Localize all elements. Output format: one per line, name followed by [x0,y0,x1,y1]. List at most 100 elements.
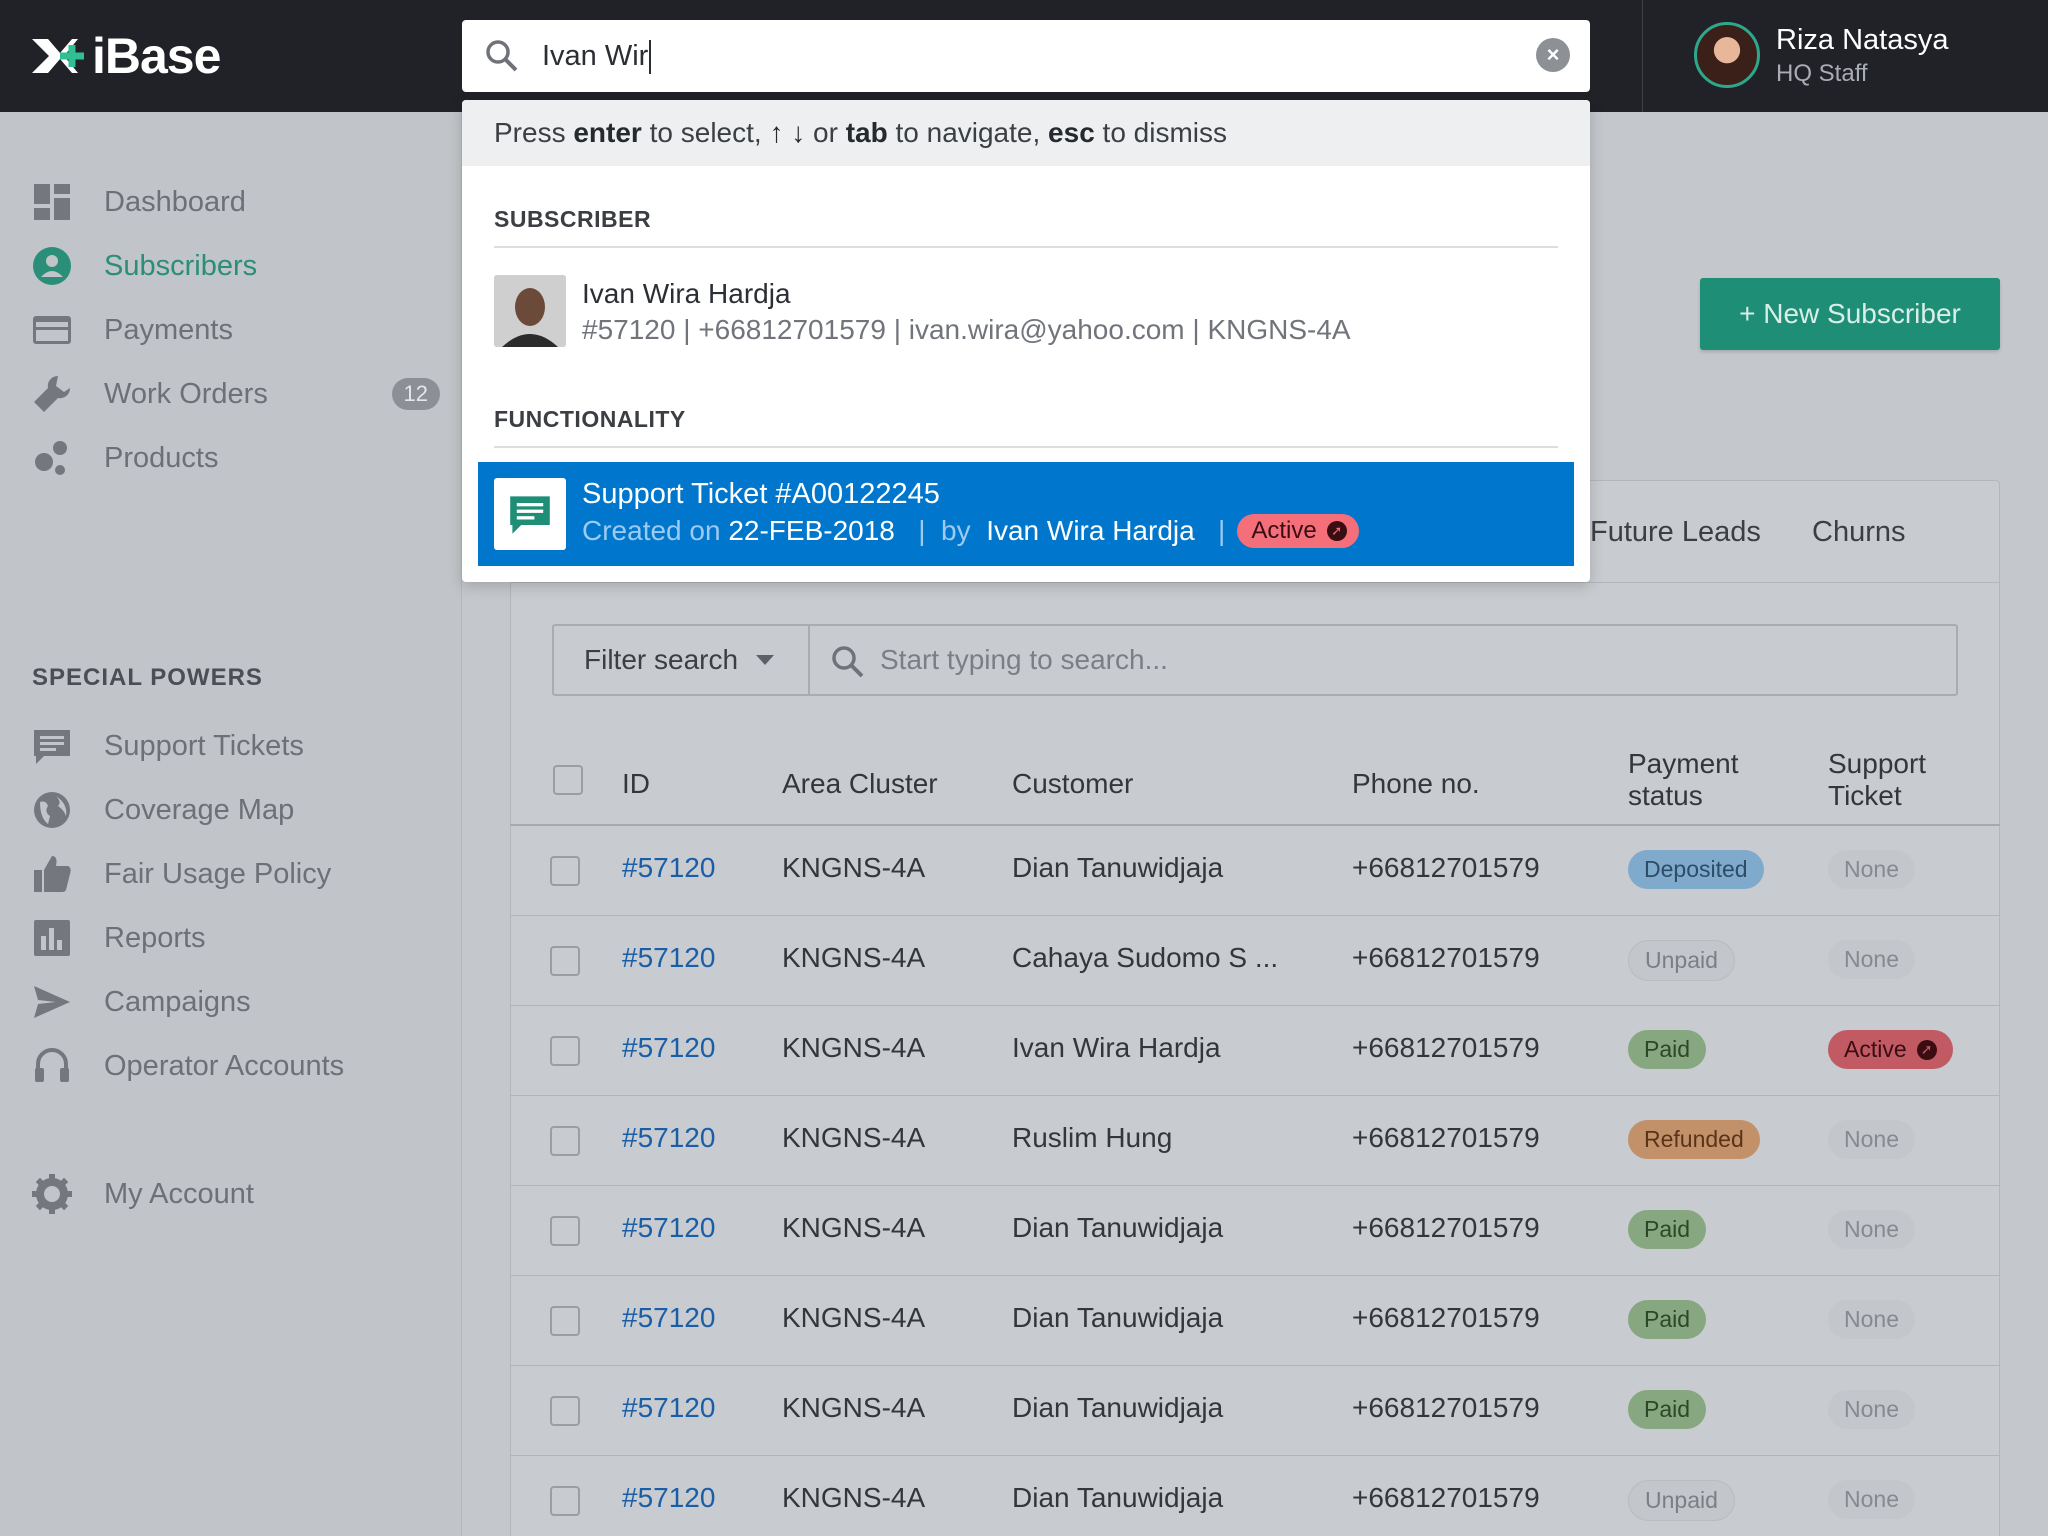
ticket-status-badge: None [1828,1390,1915,1429]
separator: | [1202,515,1226,546]
row-checkbox[interactable] [550,1216,580,1246]
row-checkbox[interactable] [550,1396,580,1426]
search-value: Ivan Wir [542,40,652,75]
table-row[interactable]: #57120 KNGNS-4A Cahaya Sudomo S ... +668127… [510,916,2000,1006]
cell-id-link[interactable]: #57120 [622,1392,715,1424]
row-checkbox[interactable] [550,1036,580,1066]
sidebar-item-label: Subscribers [104,249,258,282]
cell-customer: Dian Tanuwidjaja [1012,1482,1224,1513]
subscriber-meta: #57120 | +66812701579 | ivan.wira@yahoo.… [582,314,1351,345]
tab-future-leads[interactable]: Future Leads [1590,516,1761,549]
tab-churns[interactable]: Churns [1812,516,1906,549]
filter-label: Filter search [584,644,739,675]
payment-status-badge: Paid [1628,1210,1707,1249]
wrench-icon [32,374,72,414]
select-all-checkbox[interactable] [553,765,583,795]
ticket-status-badge: None [1828,1480,1915,1519]
cell-id-link[interactable]: #57120 [622,942,715,974]
sidebar-item-label: Payments [104,313,233,346]
cell-customer: Dian Tanuwidjaja [1012,852,1224,883]
column-header-payment[interactable]: Payment status [1628,748,1739,812]
cell-id-link[interactable]: #57120 [622,1122,715,1154]
hint-key-tab: tab [845,117,888,148]
sidebar-item-campaigns[interactable]: Campaigns [32,978,432,1026]
avatar[interactable] [1694,22,1760,88]
cell-phone: +66812701579 [1352,942,1540,973]
column-header-id[interactable]: ID [622,768,650,800]
text-cursor [649,40,652,75]
table-row[interactable]: #57120 KNGNS-4A Dian Tanuwidjaja +668127015… [510,1366,2000,1456]
table-row[interactable]: #57120 KNGNS-4A Ivan Wira Hardja +668127015… [510,1006,2000,1096]
table-row[interactable]: #57120 KNGNS-4A Ruslim Hung +66812701579 Ref… [510,1096,2000,1186]
cell-id-link[interactable]: #57120 [622,852,715,884]
search-icon [484,38,520,79]
ticket-date: 22-FEB-2018 [728,515,895,546]
cell-customer: Cahaya Sudomo S ... [1012,942,1279,973]
cell-phone: +66812701579 [1352,1212,1540,1243]
status-text: Active [1844,1036,1907,1062]
user-name[interactable]: Riza Natasya [1776,24,1948,57]
cell-id-link[interactable]: #57120 [622,1482,715,1514]
cell-phone: +66812701579 [1352,852,1540,883]
cell-id-link[interactable]: #57120 [622,1302,715,1334]
work-orders-count-badge: 12 [391,378,440,410]
global-search-input[interactable]: Ivan Wir × [462,20,1590,92]
row-checkbox[interactable] [550,1306,580,1336]
hint-key-enter: enter [573,117,642,148]
sidebar-item-support-tickets[interactable]: Support Tickets [32,722,432,770]
group-title-subscriber: SUBSCRIBER [494,206,652,232]
ibase-logo-icon [32,39,84,73]
sidebar-item-operator-accounts[interactable]: Operator Accounts [32,1042,432,1090]
table-search-input[interactable]: Start typing to search... [808,624,1958,696]
open-link-icon: ➚ [1326,521,1347,541]
header-line: status [1628,780,1703,811]
cell-id-link[interactable]: #57120 [622,1212,715,1244]
ticket-status-badge: None [1828,1120,1915,1159]
sidebar-item-label: Campaigns [104,985,251,1018]
row-checkbox[interactable] [550,1126,580,1156]
sidebar-item-reports[interactable]: Reports [32,914,432,962]
app-logo[interactable]: iBase [30,28,221,84]
table-row[interactable]: #57120 KNGNS-4A Dian Tanuwidjaja +668127015… [510,1186,2000,1276]
payment-status-badge: Paid [1628,1390,1707,1429]
table-row[interactable]: #57120 KNGNS-4A Dian Tanuwidjaja +668127015… [510,826,2000,916]
payment-status-badge: Paid [1628,1030,1707,1069]
ticket-title: Support Ticket #A00122245 [582,478,940,510]
sidebar-item-my-account[interactable]: My Account [32,1170,432,1218]
clear-search-icon[interactable]: × [1536,38,1570,72]
sidebar-item-label: Reports [104,921,206,954]
sidebar-item-work-orders[interactable]: Work Orders 12 [32,370,440,418]
column-header-customer[interactable]: Customer [1012,768,1133,800]
row-checkbox[interactable] [550,946,580,976]
ticket-result-selected[interactable]: Support Ticket #A00122245 Created on 22-… [478,462,1574,566]
group-title-functionality: FUNCTIONALITY [494,406,686,432]
table-row[interactable]: #57120 KNGNS-4A Dian Tanuwidjaja +668127015… [510,1276,2000,1366]
ticket-status-badge[interactable]: Active ➚ [1828,1030,1953,1069]
send-icon [32,982,72,1022]
column-header-area[interactable]: Area Cluster [782,768,938,800]
table-row[interactable]: #57120 KNGNS-4A Dian Tanuwidjaja +668127015… [510,1456,2000,1536]
sidebar-item-payments[interactable]: Payments [32,306,432,354]
payment-status-badge: Deposited [1628,850,1764,889]
row-checkbox[interactable] [550,1486,580,1516]
payment-status-badge: Unpaid [1628,940,1735,981]
cell-area: KNGNS-4A [782,852,926,883]
row-checkbox[interactable] [550,856,580,886]
cell-id-link[interactable]: #57120 [622,1032,715,1064]
sidebar-item-fair-usage-policy[interactable]: Fair Usage Policy [32,850,432,898]
sidebar-item-dashboard[interactable]: Dashboard [32,178,432,226]
sidebar-item-subscribers[interactable]: Subscribers [32,242,432,290]
ticket-status-badge: None [1828,940,1915,979]
sidebar-item-products[interactable]: Products [32,434,432,482]
bar-chart-icon [32,918,72,958]
app-name: iBase [92,28,221,84]
column-header-phone[interactable]: Phone no. [1352,768,1480,800]
cell-area: KNGNS-4A [782,942,926,973]
section-title-special-powers: SPECIAL POWERS [32,664,263,691]
cell-area: KNGNS-4A [782,1482,926,1513]
chat-icon [32,726,72,766]
column-header-support[interactable]: Support Ticket [1828,748,1926,812]
payment-status-badge: Unpaid [1628,1480,1735,1521]
sidebar-item-coverage-map[interactable]: Coverage Map [32,786,432,834]
new-subscriber-button[interactable]: + New Subscriber [1700,278,2000,350]
